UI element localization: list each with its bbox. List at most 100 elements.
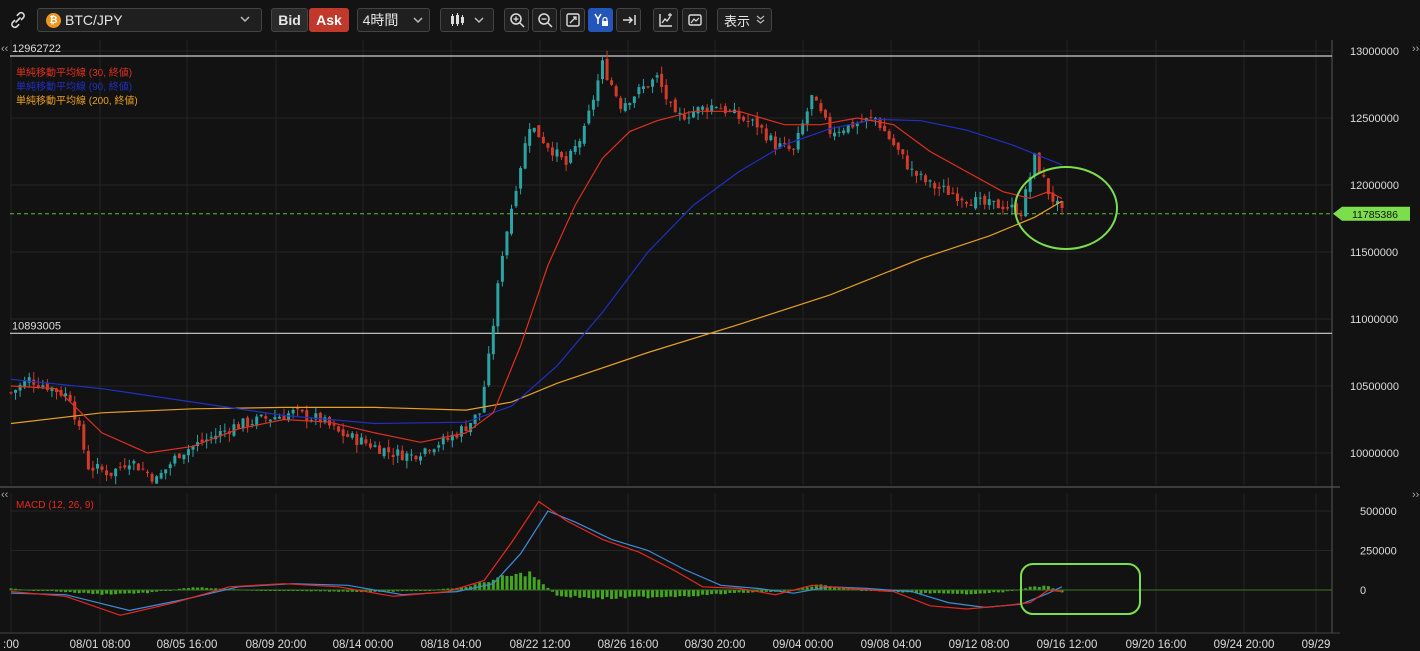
bid-button[interactable]: Bid [271,8,308,32]
candle-body [787,145,791,150]
candle-body [291,409,295,414]
candle-body [869,116,873,118]
candle-body [45,382,49,390]
macd-histogram-bar [696,590,700,597]
candle-body [332,424,336,426]
zoom-in-icon[interactable] [504,8,529,32]
fit-icon[interactable] [560,8,585,32]
macd-legend: MACD (12, 26, 9) [16,500,94,511]
candle-body [901,149,905,155]
price-tick-label: 12000000 [1350,180,1399,192]
chevron-down-icon [412,14,424,26]
macd-histogram-bar [532,577,536,590]
price-chart[interactable]: 1296272210893005単純移動平均線 (30, 終値)単純移動平均線 … [0,40,1420,651]
candle-body [792,148,796,150]
candle-body [150,473,154,482]
pair-selector[interactable]: ₿ BTC/JPY [37,8,262,32]
link-icon[interactable] [6,8,30,32]
candle-body [696,107,700,114]
candle-body [619,98,623,109]
macd-histogram-bar [560,590,564,597]
macd-histogram-bar [714,590,718,594]
candle-body [969,204,973,206]
candle-body [874,117,877,119]
legend-entry: 単純移動平均線 (90, 終値) [16,80,132,93]
candle-body [937,186,941,189]
candle-body [277,416,281,419]
candle-body [396,449,400,456]
candle-body [1033,153,1037,176]
macd-histogram-bar [946,590,950,594]
candle-body [632,96,636,104]
timeframe-selector[interactable]: 4時間 [357,8,430,32]
macd-histogram-bar [573,590,577,596]
scroll-to-end-icon[interactable] [616,8,641,32]
y-axis-lock-icon[interactable] [588,8,613,32]
candle-body [400,450,404,461]
candle-body [428,450,432,452]
time-tick-label: 09/16 12:00 [1037,639,1098,651]
macd-tick-label: 0 [1360,585,1366,597]
candle-body [114,468,118,477]
candle-body [168,464,172,469]
bitcoin-icon: ₿ [46,12,61,28]
candle-body [614,86,618,97]
macd-histogram-bar [678,590,682,597]
time-tick-label: 08/09 20:00 [246,639,307,651]
legend-entry: 単純移動平均線 (30, 終値) [16,66,132,79]
candle-body [955,193,959,202]
macd-histogram-bar [974,590,978,594]
price-tick-label: 11000000 [1350,314,1398,326]
price-tick-label: 10500000 [1350,381,1399,393]
timeframe-label: 4時間 [362,12,399,28]
candle-body [905,155,909,170]
candle-body [237,424,240,429]
candle-body [246,417,250,427]
candlestick-icon [449,12,465,28]
candle-body [896,142,900,150]
macd-histogram-bar [114,590,118,595]
time-tick-label: 08/05 16:00 [157,639,218,651]
macd-histogram-bar [687,590,691,597]
candle-body [391,454,395,458]
macd-histogram-bar [118,590,122,594]
macd-histogram-bar [105,590,109,594]
candle-body [264,416,268,419]
time-tick-label: 09/12 08:00 [949,639,1010,651]
candle-body [951,192,955,194]
candle-body [978,197,982,199]
candle-body [464,426,468,431]
candle-body [610,80,614,85]
candle-body [18,384,22,391]
price-axis-area [1332,40,1420,651]
candle-body [387,447,391,453]
macd-histogram-bar [500,575,504,590]
ask-button[interactable]: Ask [309,8,349,32]
candle-body [118,466,122,468]
candle-body [742,116,746,121]
candle-body [346,434,350,437]
candle-body [550,147,554,156]
horizontal-line-label: 12962722 [12,43,61,55]
candle-body [1005,207,1009,209]
candle-body [910,168,914,170]
macd-histogram-bar [569,590,573,598]
zoom-out-icon[interactable] [532,8,557,32]
macd-histogram-bar [960,590,964,594]
indicator-icon[interactable] [653,8,678,32]
candle-body [974,197,978,209]
macd-histogram-bar [587,590,591,599]
candle-body [560,152,564,158]
candle-body [942,185,946,187]
candle-body [177,453,181,459]
candle-body [673,99,677,113]
chart-type-selector[interactable] [440,8,494,32]
macd-histogram-bar [701,590,705,595]
candle-body [337,426,341,432]
snapshot-icon[interactable] [682,8,707,32]
candle-body [846,124,850,133]
candle-body [842,130,846,134]
candle-body [268,419,272,422]
candle-body [1019,214,1023,217]
display-menu-button[interactable]: 表示 [717,8,772,32]
